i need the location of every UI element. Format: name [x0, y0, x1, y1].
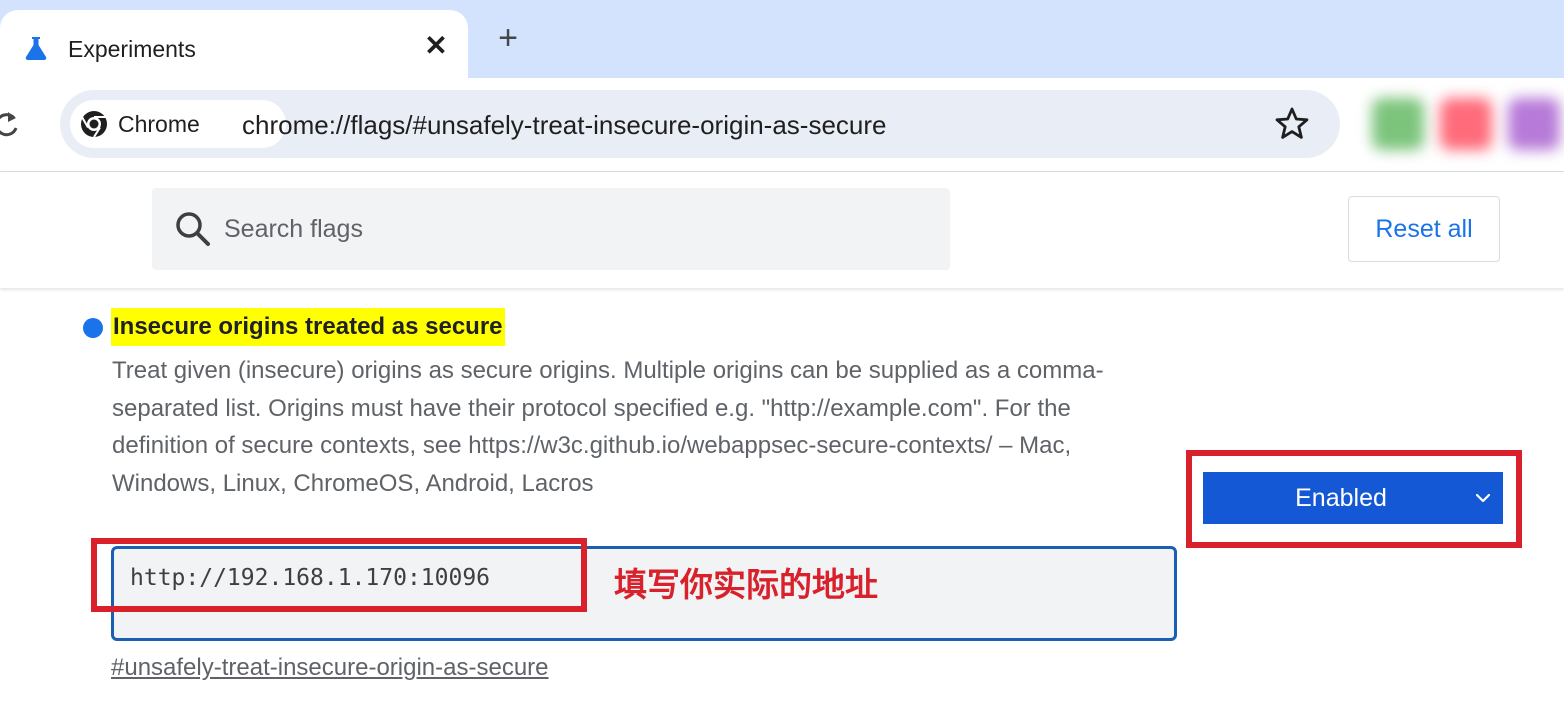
omnibox[interactable]: Chrome chrome://flags/#unsafely-treat-in… — [60, 90, 1340, 158]
tab-experiments[interactable]: Experiments ✕ — [0, 10, 468, 78]
flag-description: Treat given (insecure) origins as secure… — [112, 357, 1104, 497]
search-box[interactable] — [152, 188, 950, 270]
new-tab-button[interactable]: + — [490, 20, 526, 56]
flags-header: Reset all — [0, 172, 1564, 288]
extension-icon[interactable] — [1440, 98, 1492, 150]
reset-all-button[interactable]: Reset all — [1348, 196, 1500, 262]
chip-label: Chrome — [118, 111, 200, 137]
annotation-box-origins — [91, 538, 587, 612]
search-icon — [176, 212, 210, 246]
tab-strip: Experiments ✕ + — [0, 0, 1564, 78]
annotation-note: 填写你实际的地址 — [614, 565, 878, 604]
url-text[interactable]: chrome://flags/#unsafely-treat-insecure-… — [242, 110, 887, 141]
reload-icon[interactable] — [0, 108, 22, 140]
modified-indicator — [83, 318, 103, 338]
close-icon[interactable]: ✕ — [420, 28, 452, 64]
bookmark-star-icon[interactable] — [1272, 104, 1312, 144]
flag-title: Insecure origins treated as secure — [111, 308, 505, 346]
tab-title: Experiments — [68, 36, 196, 62]
extension-icon[interactable] — [1508, 98, 1560, 150]
extension-icon[interactable] — [1372, 98, 1424, 150]
flag-anchor-link[interactable]: #unsafely-treat-insecure-origin-as-secur… — [111, 654, 549, 682]
annotation-box-select — [1186, 450, 1522, 548]
chrome-icon — [81, 111, 107, 138]
toolbar: Chrome chrome://flags/#unsafely-treat-in… — [0, 78, 1564, 172]
flask-icon — [25, 37, 47, 60]
search-input[interactable] — [224, 208, 924, 250]
